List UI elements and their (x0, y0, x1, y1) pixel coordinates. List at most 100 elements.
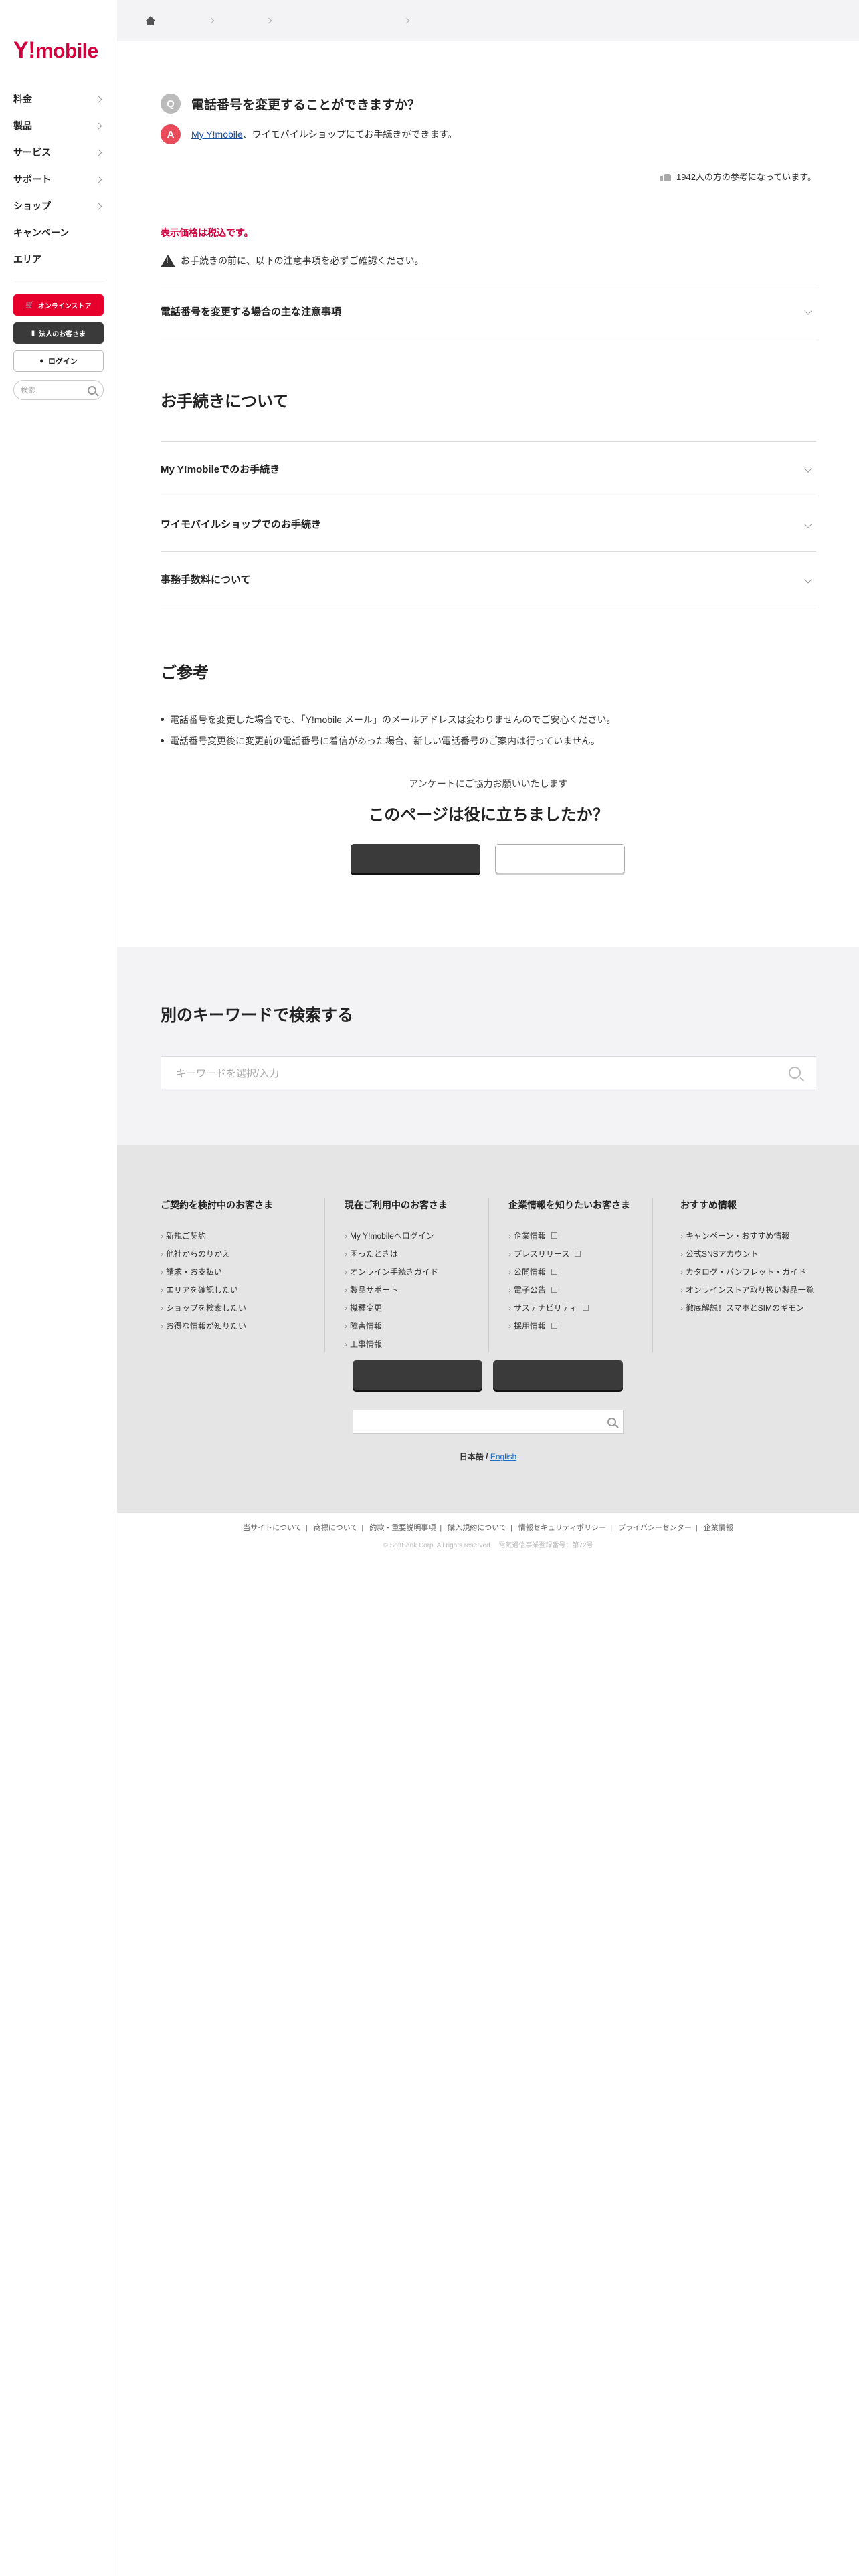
ymobile-logo[interactable]: Y!mobile (13, 37, 98, 64)
helpful-count: 1942人の方の参考になっています。 (660, 170, 816, 183)
footer-link[interactable]: ショップを検索したい (161, 1299, 273, 1317)
search-icon[interactable] (607, 1417, 616, 1426)
survey-question: このページは役に立ちましたか？ (368, 806, 609, 824)
login-button[interactable]: ● ログイン (13, 350, 104, 372)
footer-column-corporate: 企業情報を知りたいお客さま 企業情報 プレスリリース 公開情報 電子公告 サステ… (508, 1198, 630, 1335)
faq-answer: A My Y!mobile、ワイモバイルショップにてお手続きができます。 (161, 124, 457, 144)
legal-link[interactable]: 当サイトについて (243, 1524, 302, 1532)
footer-link[interactable]: お得な情報が知りたい (161, 1317, 273, 1335)
corporate-button[interactable]: ▮ 法人のお客さま (13, 322, 104, 344)
footer-link[interactable]: カタログ・パンフレット・ガイド (680, 1263, 814, 1281)
legal-link[interactable]: 情報セキュリティポリシー (518, 1524, 606, 1532)
sidebar-item-rates[interactable]: 料金 (13, 86, 104, 112)
keyword-placeholder: キーワードを選択/入力 (176, 1067, 280, 1079)
footer-link[interactable]: プレスリリース (508, 1245, 630, 1263)
footer-link[interactable]: 企業情報 (508, 1226, 630, 1245)
tax-note: 表示価格は税込です。 (161, 227, 254, 238)
footer-link[interactable]: 機種変更 (345, 1299, 448, 1317)
faq-question: Q 電話番号を変更することができますか？ (161, 94, 420, 114)
footer-link[interactable]: オンラインストア取り扱い製品一覧 (680, 1281, 814, 1299)
legal-link[interactable]: 約款・重要説明事項 (369, 1524, 436, 1532)
list-item: 電話番号変更後に変更前の電話番号に着信があった場合、新しい電話番号のご案内は行っ… (161, 734, 616, 748)
sidebar-item-services[interactable]: サービス (13, 139, 104, 166)
answer-text: 、ワイモバイルショップにてお手続きができます。 (242, 129, 457, 140)
person-icon: ▮ (31, 329, 35, 337)
footer-link[interactable]: 工事情報 (345, 1335, 448, 1353)
external-link-icon (583, 1305, 589, 1311)
procedure-heading: お手続きについて (161, 393, 289, 411)
sidebar-item-shop[interactable]: ショップ (13, 193, 104, 219)
search-icon[interactable] (789, 1067, 801, 1079)
footer-divider (652, 1198, 653, 1352)
cart-icon: 🛒 (25, 301, 34, 309)
footer-link[interactable]: 徹底解説！スマホとSIMのギモン (680, 1299, 814, 1317)
legal-links: 当サイトについて | 商標について | 約款・重要説明事項 | 購入規約について | 情… (243, 1524, 733, 1532)
footer-column-title: 企業情報を知りたいお客さま (508, 1200, 630, 1210)
footer-link[interactable]: 製品サポート (345, 1281, 448, 1299)
footer-link[interactable]: 請求・お支払い (161, 1263, 273, 1281)
accordion-precautions[interactable]: 電話番号を変更する場合の主な注意事項 (161, 284, 816, 338)
footer-button-left[interactable] (353, 1360, 482, 1390)
accordion-my-ymobile[interactable]: My Y!mobileでのお手続き (161, 441, 816, 496)
footer-link[interactable]: 新規ご契約 (161, 1226, 273, 1245)
user-icon: ● (39, 357, 44, 365)
helpful-text: 1942人の方の参考になっています。 (676, 172, 816, 182)
footer-link[interactable]: エリアを確認したい (161, 1281, 273, 1299)
accordion-fees[interactable]: 事務手数料について (161, 552, 816, 607)
legal-link[interactable]: 購入規約について (448, 1524, 506, 1532)
footer-link[interactable]: 公開情報 (508, 1263, 630, 1281)
footer-link[interactable]: My Y!mobileへログイン (345, 1226, 448, 1245)
footer-link[interactable]: サステナビリティ (508, 1299, 630, 1317)
footer-link[interactable]: 困ったときは (345, 1245, 448, 1263)
footer-button-right[interactable] (493, 1360, 623, 1390)
keyword-search-input[interactable]: キーワードを選択/入力 (161, 1056, 816, 1089)
lang-english-link[interactable]: English (490, 1452, 516, 1461)
footer-link[interactable]: 他社からのりかえ (161, 1245, 273, 1263)
copyright: © SoftBank Corp. All rights reserved. 電気… (383, 1542, 593, 1549)
footer-link[interactable]: 電子公告 (508, 1281, 630, 1299)
warning-icon (161, 254, 175, 267)
keyword-search-section: 別のキーワードで検索する キーワードを選択/入力 (117, 947, 859, 1145)
footer-link[interactable]: 採用情報 (508, 1317, 630, 1335)
reference-heading: ご参考 (161, 664, 209, 682)
external-link-icon (551, 1287, 558, 1293)
sidebar-item-campaign[interactable]: キャンペーン (13, 219, 104, 246)
sidebar-search-input[interactable]: 検索 (13, 380, 104, 400)
online-store-button[interactable]: 🛒 オンラインストア (13, 294, 104, 316)
home-icon[interactable] (145, 16, 156, 25)
accordion-shop[interactable]: ワイモバイルショップでのお手続き (161, 497, 816, 552)
survey-yes-button[interactable] (351, 844, 480, 873)
chevron-down-icon (804, 575, 812, 584)
thumbs-up-icon (660, 172, 672, 181)
legal-link[interactable]: 商標について (314, 1524, 358, 1532)
footer-link[interactable]: オンライン手続きガイド (345, 1263, 448, 1281)
my-ymobile-link[interactable]: My Y!mobile (191, 129, 243, 140)
accordion-label: My Y!mobileでのお手続き (161, 463, 280, 475)
footer: ご契約を検討中のお客さま 新規ご契約 他社からのりかえ 請求・お支払い エリアを… (117, 1145, 859, 1513)
external-link-icon (551, 1232, 558, 1239)
chevron-down-icon (804, 307, 812, 315)
main-content: Q 電話番号を変更することができますか？ A My Y!mobile、ワイモバイ… (161, 0, 816, 947)
survey-no-button[interactable] (495, 844, 625, 873)
sidebar-nav: 料金 製品 サービス サポート ショップ キャンペーン エリア (13, 86, 104, 273)
footer-link[interactable]: キャンペーン・おすすめ情報 (680, 1226, 814, 1245)
sidebar-item-area[interactable]: エリア (13, 246, 104, 273)
footer-search-input[interactable] (353, 1410, 624, 1434)
chevron-down-icon (804, 465, 812, 473)
sidebar-item-products[interactable]: 製品 (13, 112, 104, 139)
footer-column-title: おすすめ情報 (680, 1200, 737, 1210)
chevron-down-icon (804, 520, 812, 528)
footer-divider (488, 1198, 489, 1352)
chevron-right-icon (95, 176, 102, 183)
footer-link[interactable]: 障害情報 (345, 1317, 448, 1335)
list-item: 電話番号を変更した場合でも、「Y!mobile メール」のメールアドレスは変わり… (161, 713, 616, 726)
warning-note: お手続きの前に、以下の注意事項を必ずご確認ください。 (161, 254, 424, 267)
sidebar: Y!mobile 料金 製品 サービス サポート ショップ キャンペーン エリア… (0, 0, 116, 2576)
legal-link[interactable]: 企業情報 (704, 1524, 733, 1532)
sidebar-item-support[interactable]: サポート (13, 166, 104, 193)
external-link-icon (551, 1269, 558, 1275)
search-icon[interactable] (88, 385, 96, 395)
legal-link[interactable]: プライバシーセンター (618, 1524, 692, 1532)
answer-badge: A (161, 124, 181, 144)
footer-link[interactable]: 公式SNSアカウント (680, 1245, 814, 1263)
